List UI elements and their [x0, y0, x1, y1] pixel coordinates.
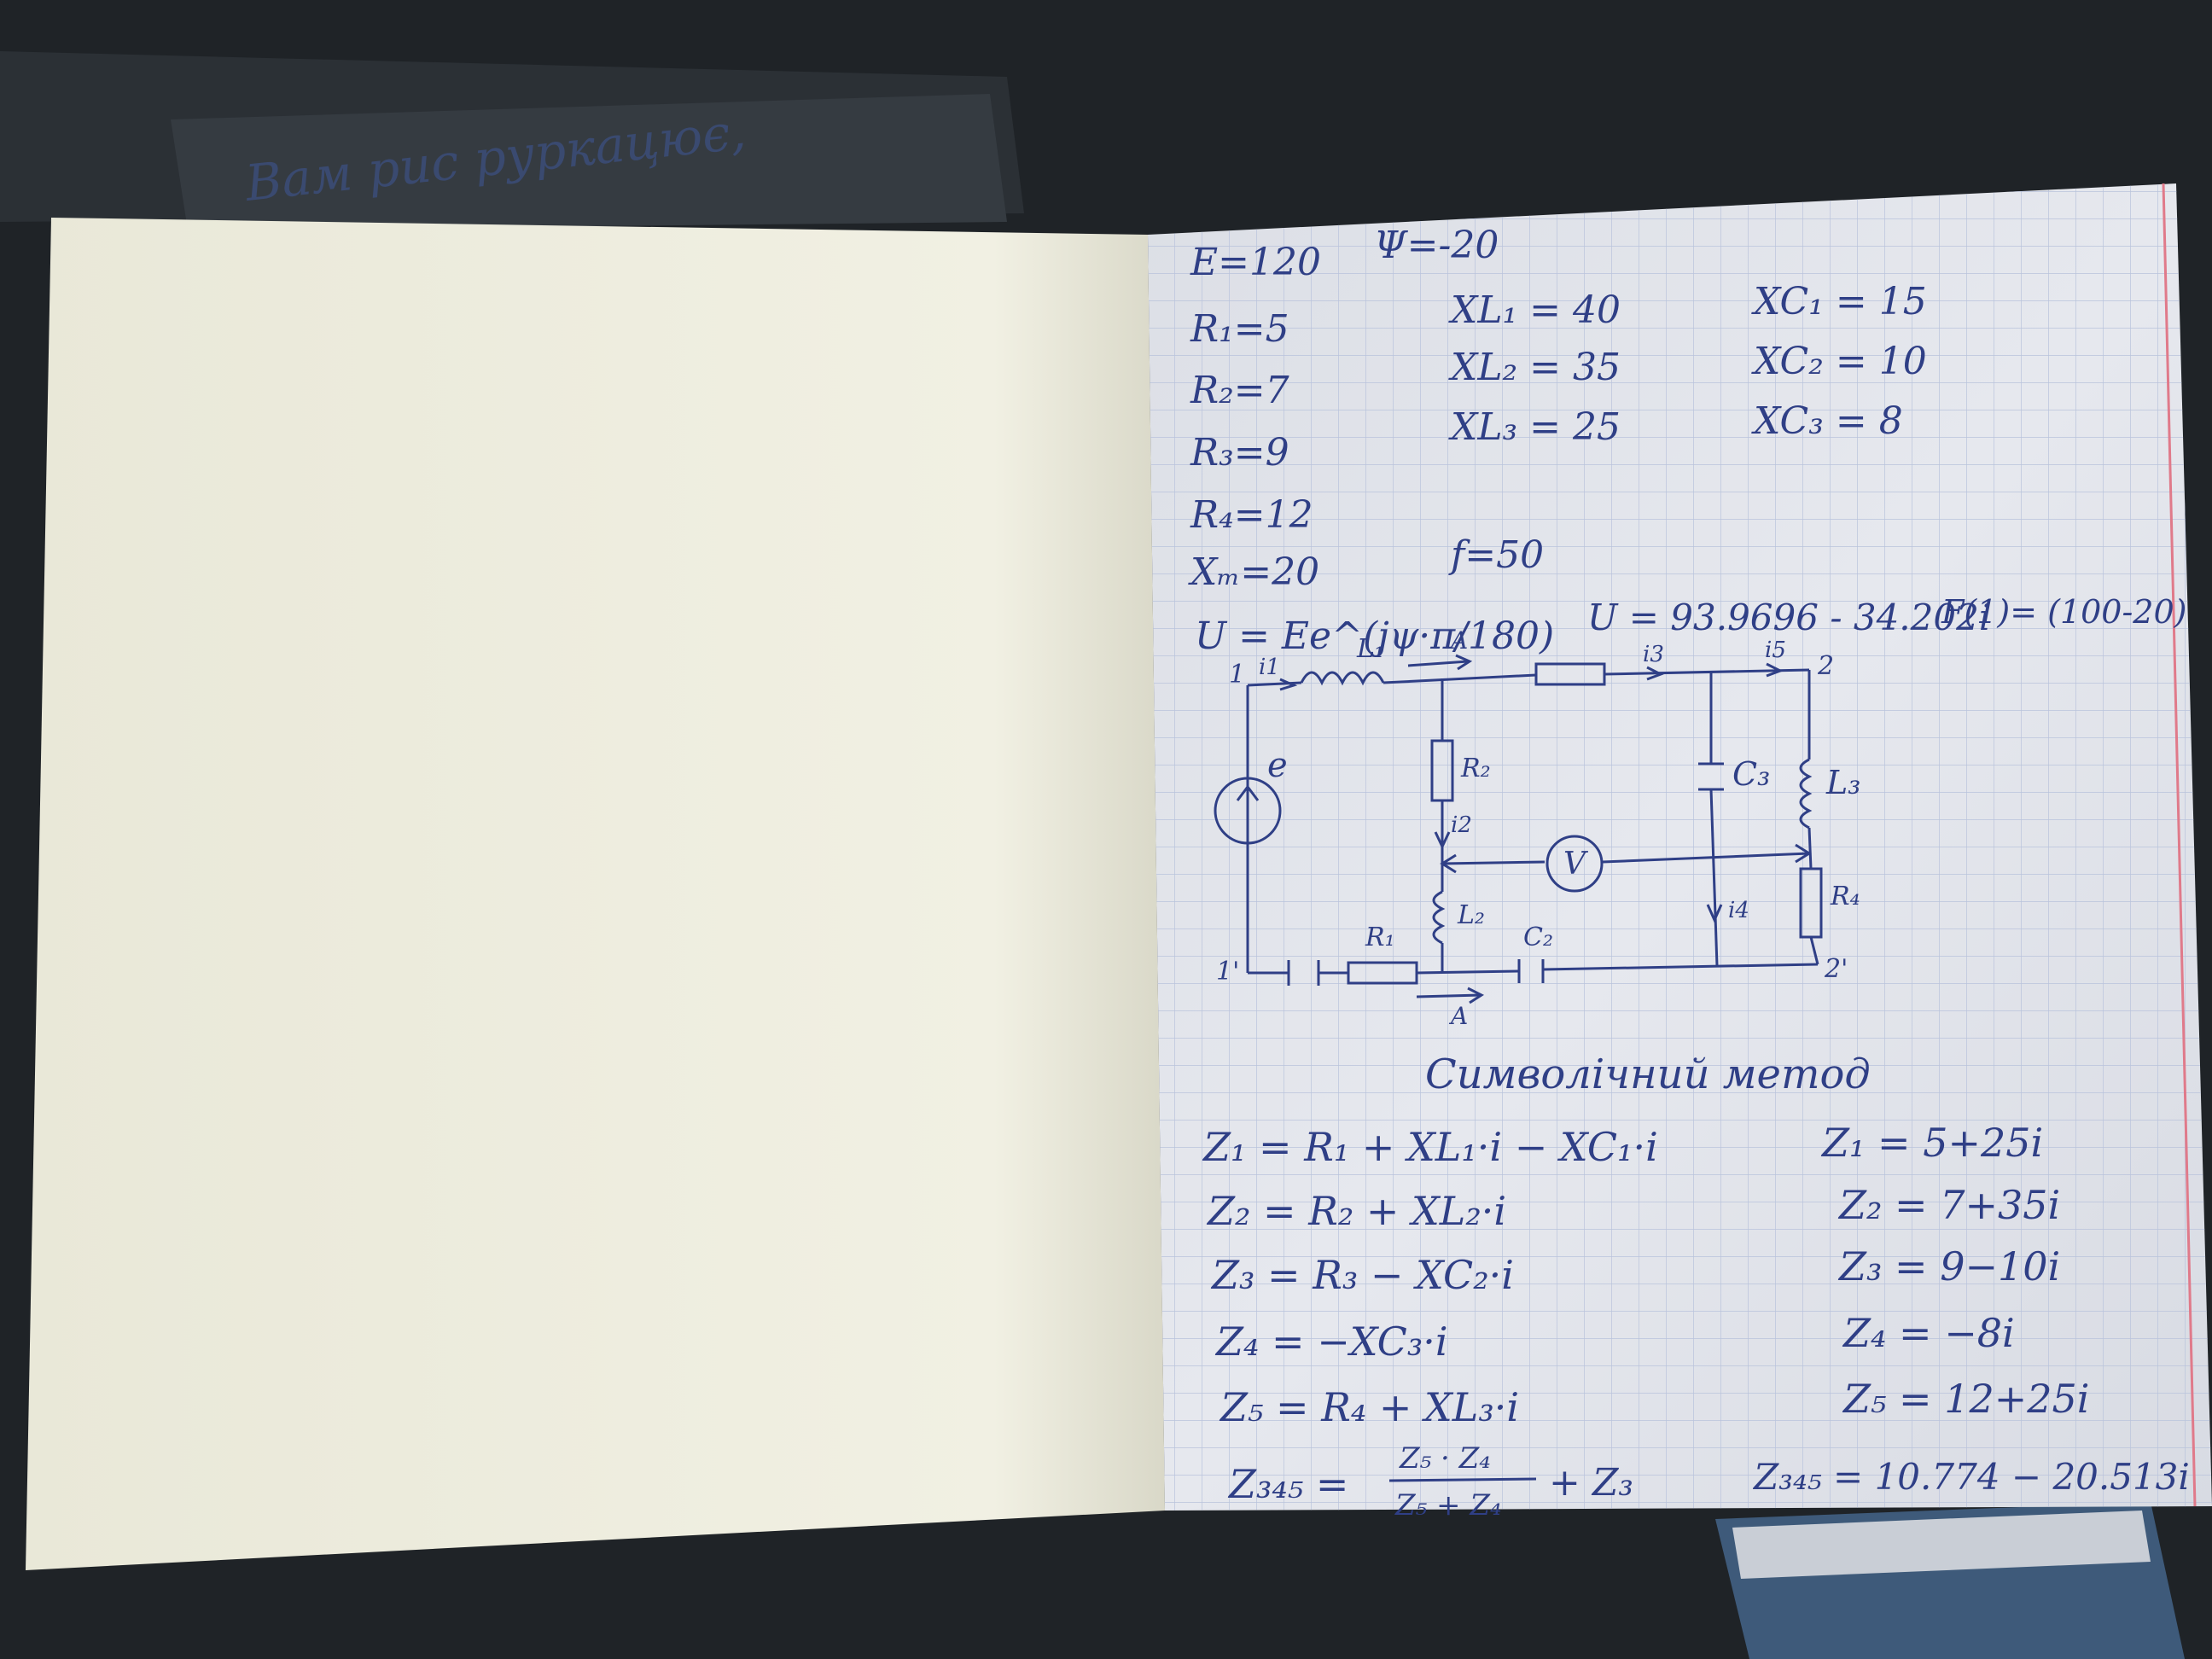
z345-rhs: Z₃₄₅ = 10.774 − 20.513i — [1752, 1456, 2190, 1498]
eq-z4-rhs: Z₄ = −8i — [1842, 1310, 2015, 1356]
right-page — [1148, 183, 2212, 1511]
label-a-top: A — [1448, 626, 1468, 655]
label-l1: L₁ — [1356, 634, 1384, 664]
z345-lhs: Z₃₄₅ = — [1227, 1461, 1348, 1507]
label-c3: C₃ — [1732, 755, 1770, 793]
given-xl1: XL₁ = 40 — [1448, 288, 1621, 332]
z345-numerator: Z₅ · Z₄ — [1399, 1441, 1491, 1476]
z345-plus: + Z₃ — [1549, 1461, 1633, 1505]
label-i4: i4 — [1728, 898, 1749, 923]
z345-denominator: Z₅ + Z₄ — [1394, 1488, 1502, 1522]
given-e: E=120 — [1190, 241, 1321, 284]
given-r1: R₁=5 — [1190, 307, 1289, 351]
label-a-bottom: A — [1448, 1002, 1468, 1030]
given-r4: R₄=12 — [1190, 493, 1313, 537]
label-node-1p: 1' — [1216, 957, 1239, 987]
label-i3: i3 — [1643, 642, 1664, 667]
given-f: f=50 — [1448, 533, 1544, 577]
label-node-2p: 2' — [1824, 954, 1848, 984]
eq-z5-lhs: Z₅ = R₄ + XL₃·i — [1219, 1384, 1519, 1430]
eq-z1-lhs: Z₁ = R₁ + XL₁·i − XC₁·i — [1202, 1124, 1658, 1170]
eq-z1-rhs: Z₁ = 5+25i — [1820, 1120, 2043, 1166]
given-xc1: XC₁ = 15 — [1751, 280, 1927, 323]
given-xc3: XC₃ = 8 — [1751, 399, 1903, 443]
label-i5: i5 — [1765, 637, 1786, 663]
eq-z2-lhs: Z₂ = R₂ + XL₂·i — [1206, 1188, 1506, 1234]
label-node-1: 1 — [1229, 660, 1245, 690]
eq-z2-rhs: Z₂ = 7+35i — [1837, 1182, 2060, 1228]
given-xm: Xₘ=20 — [1188, 550, 1319, 594]
given-xl3: XL₃ = 25 — [1448, 405, 1621, 449]
method-title: Символічний метод — [1425, 1051, 1871, 1098]
voltage-value: U = 93.9696 - 34.202i — [1587, 597, 1990, 638]
eq-z5-rhs: Z₅ = 12+25i — [1842, 1376, 2090, 1422]
given-xc2: XC₂ = 10 — [1751, 340, 1927, 383]
given-psi: Ψ=-20 — [1374, 224, 1499, 267]
label-l3: L₃ — [1825, 764, 1860, 801]
left-page — [26, 218, 1165, 1570]
given-xl2: XL₂ = 35 — [1448, 346, 1621, 389]
voltage-f-call: F(1)= (100-20) — [1941, 593, 2187, 631]
label-r1: R₁ — [1365, 923, 1395, 952]
label-l2: L₂ — [1457, 900, 1485, 930]
label-source: e — [1267, 746, 1288, 785]
z345-fraction-bar — [1388, 1477, 1537, 1482]
label-r2: R₂ — [1460, 754, 1491, 783]
photo-scene: Вам рис руркацює, E=120 Ψ=-20 R₁=5 R₂=7 … — [0, 0, 2212, 1659]
eq-z3-rhs: Z₃ = 9−10i — [1837, 1243, 2060, 1289]
label-r4: R₄ — [1830, 882, 1860, 911]
label-voltmeter: V — [1563, 847, 1589, 882]
label-i1: i1 — [1259, 655, 1280, 680]
eq-z4-lhs: Z₄ = −XC₃·i — [1214, 1318, 1448, 1365]
label-node-2: 2 — [1817, 651, 1834, 681]
label-i2: i2 — [1451, 812, 1472, 838]
label-c2: C₂ — [1523, 923, 1553, 952]
given-r2: R₂=7 — [1190, 369, 1289, 412]
given-r3: R₃=9 — [1190, 431, 1289, 474]
eq-z3-lhs: Z₃ = R₃ − XC₂·i — [1210, 1252, 1514, 1298]
